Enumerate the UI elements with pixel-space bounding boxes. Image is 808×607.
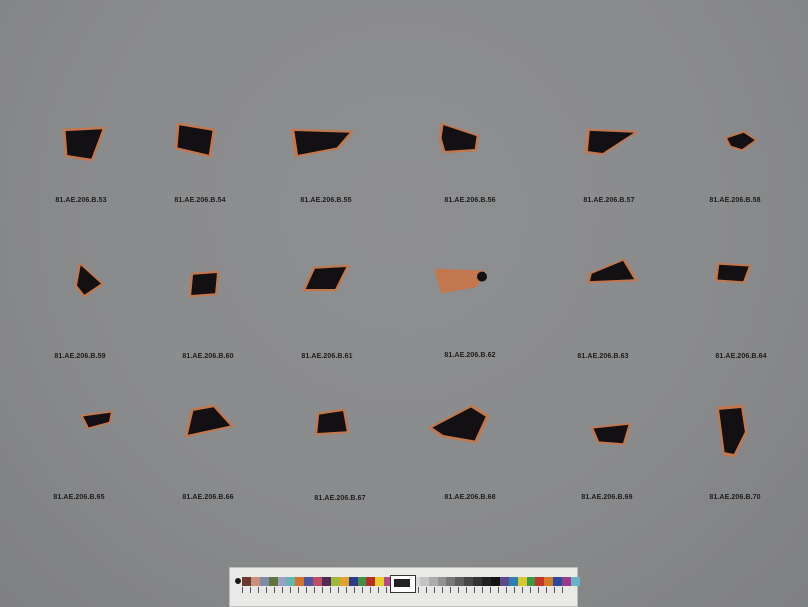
color-swatch xyxy=(446,577,456,586)
fragment-label: 81.AE.206.B.68 xyxy=(444,494,496,501)
fragment-label: 81.AE.206.B.70 xyxy=(709,494,761,501)
fragment-edge xyxy=(434,268,486,294)
fragment-label: 81.AE.206.B.57 xyxy=(583,197,635,204)
pottery-fragment xyxy=(724,130,758,152)
fragment-label: 81.AE.206.B.55 xyxy=(300,197,352,204)
fragment-glaze xyxy=(717,264,749,282)
pottery-fragment xyxy=(590,422,632,446)
pottery-fragment xyxy=(290,128,354,158)
color-swatch xyxy=(428,577,438,586)
pottery-fragment xyxy=(438,122,480,154)
color-swatch xyxy=(313,577,323,586)
color-swatch xyxy=(339,577,349,586)
pottery-fragment xyxy=(716,404,748,458)
color-swatch xyxy=(482,577,491,586)
color-swatch xyxy=(544,577,554,586)
card-logo xyxy=(390,575,416,593)
color-swatch xyxy=(250,577,260,586)
color-swatch xyxy=(535,577,545,586)
color-swatch xyxy=(330,577,340,586)
pottery-fragment xyxy=(714,262,752,284)
pottery-fragment xyxy=(302,264,350,292)
fragment-glaze-spot xyxy=(477,271,487,282)
color-swatch xyxy=(295,577,305,586)
color-swatch xyxy=(490,577,500,586)
pottery-fragment xyxy=(584,128,638,156)
color-swatch xyxy=(508,577,518,586)
pottery-fragment xyxy=(586,258,638,284)
color-swatch xyxy=(277,577,287,586)
pottery-fragment xyxy=(80,410,114,430)
color-swatch xyxy=(375,577,385,586)
fragment-label: 81.AE.206.B.63 xyxy=(577,353,629,360)
pottery-fragment xyxy=(434,268,487,294)
color-swatch xyxy=(517,577,527,586)
fragment-glaze xyxy=(191,272,217,296)
color-swatch xyxy=(286,577,296,586)
pottery-fragment xyxy=(314,408,350,436)
color-swatch xyxy=(242,577,251,586)
color-swatch xyxy=(562,577,571,586)
color-swatch xyxy=(437,577,447,586)
fragment-label: 81.AE.206.B.62 xyxy=(444,352,496,359)
fragment-glaze xyxy=(317,410,347,434)
fragment-label: 81.AE.206.B.58 xyxy=(709,197,761,204)
color-swatch xyxy=(419,577,429,586)
pottery-fragment xyxy=(184,404,234,438)
fragment-label: 81.AE.206.B.66 xyxy=(182,494,234,501)
pottery-fragment xyxy=(74,262,104,298)
color-checker-card xyxy=(229,567,580,607)
photo-stage: 81.AE.206.B.53 81.AE.206.B.54 81.AE.206.B.… xyxy=(0,0,808,607)
color-swatch xyxy=(455,577,465,586)
fragment-label: 81.AE.206.B.59 xyxy=(54,353,106,360)
pottery-fragment xyxy=(62,126,106,162)
card-registration-dot-left xyxy=(235,578,241,584)
fragment-label: 81.AE.206.B.56 xyxy=(444,197,496,204)
color-swatch xyxy=(553,577,563,586)
color-swatch xyxy=(366,577,376,586)
color-swatch xyxy=(526,577,536,586)
fragment-label: 81.AE.206.B.65 xyxy=(53,494,105,501)
color-swatch xyxy=(259,577,269,586)
color-swatch xyxy=(473,577,483,586)
pottery-fragment xyxy=(428,404,490,444)
color-swatch xyxy=(499,577,509,586)
fragment-label: 81.AE.206.B.53 xyxy=(55,197,107,204)
fragment-label: 81.AE.206.B.69 xyxy=(581,494,633,501)
color-swatch xyxy=(570,577,580,586)
fragment-label: 81.AE.206.B.67 xyxy=(314,495,366,502)
color-swatch xyxy=(464,577,474,586)
fragment-label: 81.AE.206.B.60 xyxy=(182,353,234,360)
color-swatch xyxy=(322,577,331,586)
color-swatch xyxy=(357,577,367,586)
fragment-label: 81.AE.206.B.61 xyxy=(301,353,353,360)
pottery-fragment xyxy=(174,122,216,158)
color-swatch xyxy=(348,577,358,586)
color-swatch xyxy=(268,577,278,586)
pottery-fragment xyxy=(188,270,220,298)
fragment-label: 81.AE.206.B.54 xyxy=(174,197,226,204)
fragment-label: 81.AE.206.B.64 xyxy=(715,353,767,360)
color-swatch xyxy=(304,577,314,586)
